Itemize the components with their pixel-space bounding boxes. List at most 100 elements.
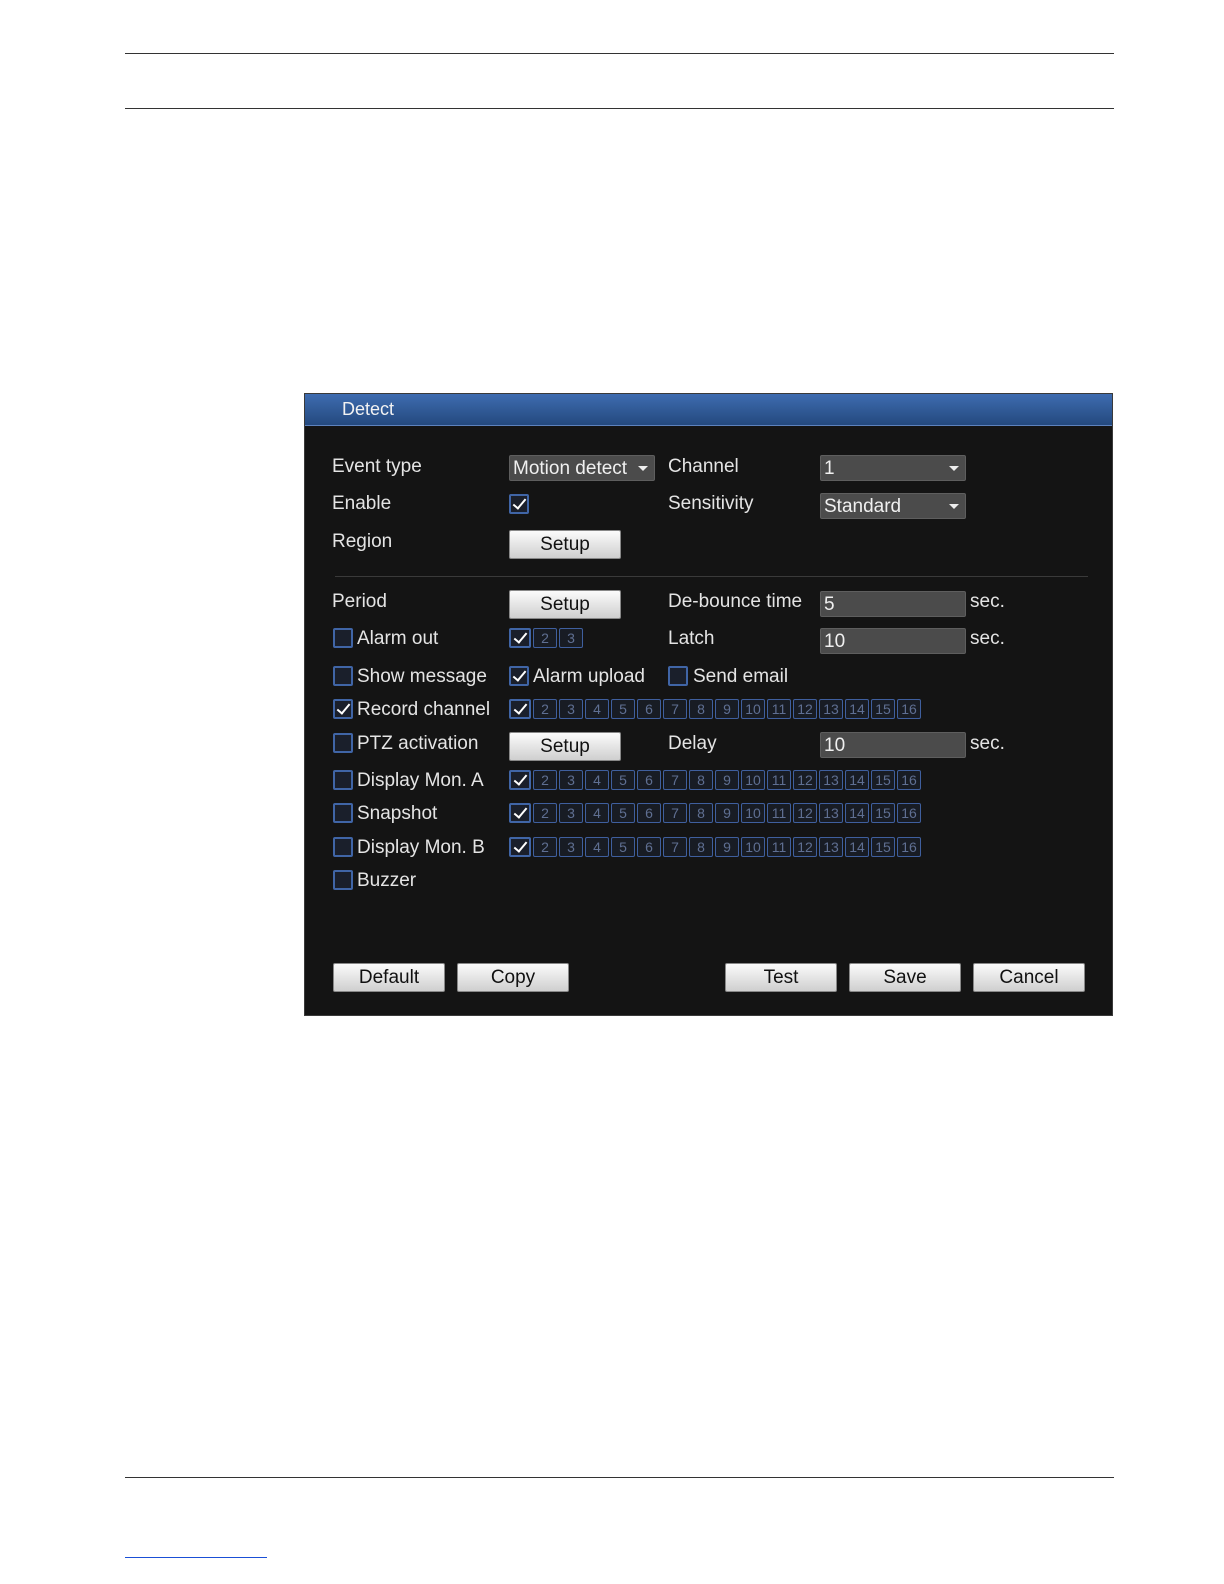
region-setup-button[interactable]: Setup [509, 530, 621, 559]
record-channel-9[interactable]: 9 [715, 699, 739, 719]
alarm-upload-checkbox[interactable] [509, 666, 529, 686]
alarm-out-channel-3[interactable]: 3 [559, 628, 583, 648]
snapshot-channel-8[interactable]: 8 [689, 803, 713, 823]
alarm-out-channel-1-checkbox[interactable] [509, 628, 531, 648]
snapshot-channel-7[interactable]: 7 [663, 803, 687, 823]
record-channel-4[interactable]: 4 [585, 699, 609, 719]
record-channel-7[interactable]: 7 [663, 699, 687, 719]
buzzer-checkbox[interactable] [333, 870, 353, 890]
snapshot-channel-9[interactable]: 9 [715, 803, 739, 823]
display-mon-a-channel-11[interactable]: 11 [767, 770, 791, 790]
snapshot-channel-3[interactable]: 3 [559, 803, 583, 823]
snapshot-channel-4[interactable]: 4 [585, 803, 609, 823]
display-mon-b-checkbox[interactable] [333, 837, 353, 857]
record-channel-label: Record channel [357, 699, 491, 720]
test-button[interactable]: Test [725, 963, 837, 992]
record-channel-8[interactable]: 8 [689, 699, 713, 719]
alarm-upload-label: Alarm upload [533, 666, 645, 687]
snapshot-channel-16[interactable]: 16 [897, 803, 921, 823]
default-button[interactable]: Default [333, 963, 445, 992]
record-channel-16[interactable]: 16 [897, 699, 921, 719]
record-channel-15[interactable]: 15 [871, 699, 895, 719]
cancel-button[interactable]: Cancel [973, 963, 1085, 992]
display-mon-b-channel-4[interactable]: 4 [585, 837, 609, 857]
display-mon-b-channel-14[interactable]: 14 [845, 837, 869, 857]
display-mon-a-channel-4[interactable]: 4 [585, 770, 609, 790]
display-mon-a-channel-12[interactable]: 12 [793, 770, 817, 790]
display-mon-b-channel-11[interactable]: 11 [767, 837, 791, 857]
display-mon-b-channel-1-checkbox[interactable] [509, 837, 531, 857]
display-mon-a-channel-2[interactable]: 2 [533, 770, 557, 790]
delay-label: Delay [668, 733, 717, 754]
display-mon-a-channel-13[interactable]: 13 [819, 770, 843, 790]
ptz-setup-button[interactable]: Setup [509, 732, 621, 761]
display-mon-a-channel-1-checkbox[interactable] [509, 770, 531, 790]
display-mon-b-channel-12[interactable]: 12 [793, 837, 817, 857]
display-mon-a-channel-6[interactable]: 6 [637, 770, 661, 790]
display-mon-a-channel-3[interactable]: 3 [559, 770, 583, 790]
ptz-activation-label: PTZ activation [357, 733, 479, 754]
display-mon-b-channel-13[interactable]: 13 [819, 837, 843, 857]
delay-input[interactable]: 10 [820, 732, 966, 758]
display-mon-b-channel-2[interactable]: 2 [533, 837, 557, 857]
alarm-out-checkbox[interactable] [333, 628, 353, 648]
debounce-input[interactable]: 5 [820, 591, 966, 617]
record-channel-13[interactable]: 13 [819, 699, 843, 719]
snapshot-channel-12[interactable]: 12 [793, 803, 817, 823]
copy-button[interactable]: Copy [457, 963, 569, 992]
save-button[interactable]: Save [849, 963, 961, 992]
record-channel-2[interactable]: 2 [533, 699, 557, 719]
record-channel-14[interactable]: 14 [845, 699, 869, 719]
record-channel-10[interactable]: 10 [741, 699, 765, 719]
snapshot-channel-13[interactable]: 13 [819, 803, 843, 823]
record-channel-11[interactable]: 11 [767, 699, 791, 719]
display-mon-a-channel-15[interactable]: 15 [871, 770, 895, 790]
snapshot-channel-6[interactable]: 6 [637, 803, 661, 823]
record-channel-12[interactable]: 12 [793, 699, 817, 719]
snapshot-channel-10[interactable]: 10 [741, 803, 765, 823]
snapshot-channel-5[interactable]: 5 [611, 803, 635, 823]
footer-link-underline [125, 1557, 267, 1558]
display-mon-b-channel-10[interactable]: 10 [741, 837, 765, 857]
channel-dropdown[interactable]: 1 [820, 455, 966, 481]
display-mon-b-channel-3[interactable]: 3 [559, 837, 583, 857]
display-mon-a-channel-list: 2 3 4 5 6 7 8 9 10 11 12 13 14 15 16 [509, 770, 921, 790]
display-mon-b-channel-16[interactable]: 16 [897, 837, 921, 857]
display-mon-a-channel-16[interactable]: 16 [897, 770, 921, 790]
display-mon-a-channel-5[interactable]: 5 [611, 770, 635, 790]
display-mon-b-channel-9[interactable]: 9 [715, 837, 739, 857]
show-message-checkbox[interactable] [333, 666, 353, 686]
snapshot-channel-11[interactable]: 11 [767, 803, 791, 823]
record-channel-3[interactable]: 3 [559, 699, 583, 719]
snapshot-channel-1-checkbox[interactable] [509, 803, 531, 823]
chevron-down-icon [638, 466, 648, 471]
snapshot-channel-14[interactable]: 14 [845, 803, 869, 823]
alarm-out-channel-2[interactable]: 2 [533, 628, 557, 648]
send-email-checkbox[interactable] [668, 666, 688, 686]
snapshot-channel-2[interactable]: 2 [533, 803, 557, 823]
display-mon-a-channel-7[interactable]: 7 [663, 770, 687, 790]
record-channel-6[interactable]: 6 [637, 699, 661, 719]
display-mon-b-channel-6[interactable]: 6 [637, 837, 661, 857]
display-mon-b-channel-7[interactable]: 7 [663, 837, 687, 857]
display-mon-a-channel-10[interactable]: 10 [741, 770, 765, 790]
snapshot-channel-15[interactable]: 15 [871, 803, 895, 823]
snapshot-checkbox[interactable] [333, 803, 353, 823]
latch-input[interactable]: 10 [820, 628, 966, 654]
ptz-activation-checkbox[interactable] [333, 733, 353, 753]
display-mon-a-channel-14[interactable]: 14 [845, 770, 869, 790]
sensitivity-dropdown[interactable]: Standard [820, 493, 966, 519]
record-channel-checkbox[interactable] [333, 699, 353, 719]
display-mon-b-channel-15[interactable]: 15 [871, 837, 895, 857]
period-setup-button[interactable]: Setup [509, 590, 621, 619]
record-channel-5[interactable]: 5 [611, 699, 635, 719]
display-mon-a-channel-9[interactable]: 9 [715, 770, 739, 790]
event-type-dropdown[interactable]: Motion detect [509, 455, 655, 481]
sensitivity-label: Sensitivity [668, 493, 754, 514]
display-mon-a-checkbox[interactable] [333, 770, 353, 790]
enable-checkbox[interactable] [509, 494, 529, 514]
display-mon-a-channel-8[interactable]: 8 [689, 770, 713, 790]
display-mon-b-channel-8[interactable]: 8 [689, 837, 713, 857]
record-channel-1-checkbox[interactable] [509, 699, 531, 719]
display-mon-b-channel-5[interactable]: 5 [611, 837, 635, 857]
